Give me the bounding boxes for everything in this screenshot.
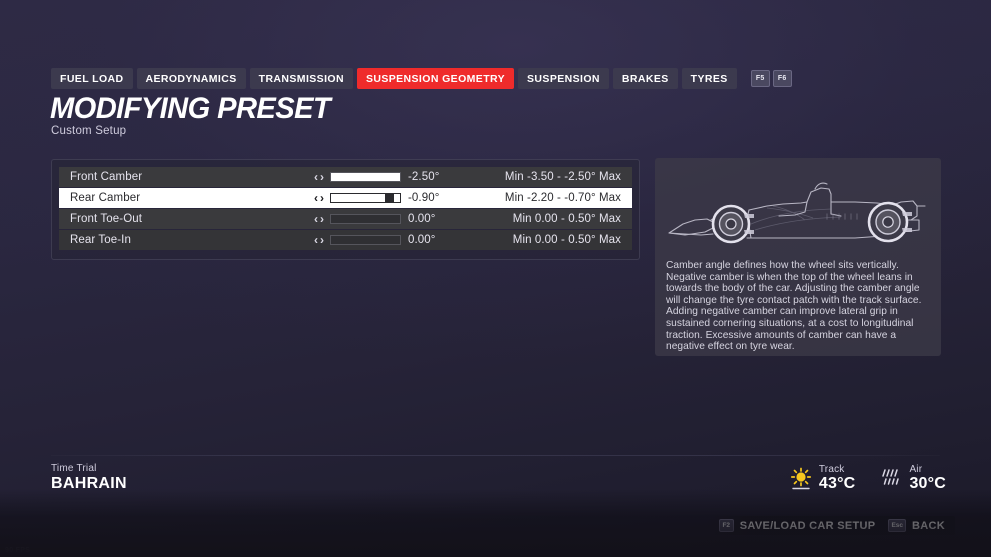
session-type: Time Trial xyxy=(51,463,97,474)
setting-value: -2.50° xyxy=(408,171,440,183)
setting-range: Min -2.20 - -0.70° Max xyxy=(504,192,621,204)
chevron-left-icon[interactable]: ‹ xyxy=(314,234,318,246)
slider-fill xyxy=(331,173,400,181)
setting-range: Min 0.00 - 0.50° Max xyxy=(512,213,621,225)
key-hint-f6[interactable]: F6 xyxy=(772,70,792,87)
air-temp-value: 30°C xyxy=(909,475,946,492)
setting-slider[interactable] xyxy=(330,172,401,182)
page-subtitle: Custom Setup xyxy=(51,125,127,137)
setting-control[interactable]: ‹ › 0.00° xyxy=(314,213,494,225)
setup-category-tabs: FUEL LOAD AERODYNAMICS TRANSMISSION SUSP… xyxy=(51,68,792,89)
session-track-name: BAHRAIN xyxy=(51,475,127,492)
key-hint-f5[interactable]: F5 xyxy=(750,70,770,87)
back-label: BACK xyxy=(912,519,945,532)
setting-value: 0.00° xyxy=(408,234,436,246)
chevron-right-icon[interactable]: › xyxy=(320,192,324,204)
bottom-divider xyxy=(51,455,940,456)
setting-arrows[interactable]: ‹ › xyxy=(314,213,324,225)
setting-label: Front Toe-Out xyxy=(70,213,143,225)
tab-suspension[interactable]: SUSPENSION xyxy=(518,68,609,89)
setting-row-rear-toe-in[interactable]: Rear Toe-In ‹ › 0.00° Min 0.00 - 0.50° M… xyxy=(59,230,632,250)
save-load-label: SAVE/LOAD CAR SETUP xyxy=(739,519,876,532)
rear-wheel xyxy=(867,201,912,243)
action-bar: F2 SAVE/LOAD CAR SETUP Esc BACK xyxy=(706,516,955,535)
back-button[interactable]: Esc BACK xyxy=(888,519,945,532)
chevron-left-icon[interactable]: ‹ xyxy=(314,192,318,204)
slider-knob[interactable] xyxy=(384,194,394,202)
setup-settings-panel: Front Camber ‹ › -2.50° Min -3.50 - -2.5… xyxy=(51,159,640,260)
track-temp-label: Track xyxy=(818,464,845,475)
tab-transmission[interactable]: TRANSMISSION xyxy=(249,68,353,89)
chevron-right-icon[interactable]: › xyxy=(320,234,324,246)
session-info: Time Trial BAHRAIN xyxy=(51,463,127,493)
setting-slider[interactable] xyxy=(330,235,401,245)
air-temperature: Air 30°C xyxy=(879,464,946,493)
setting-description: Camber angle defines how the wheel sits … xyxy=(666,260,922,353)
fps-counter: 90 FPS xyxy=(5,547,31,554)
rain-icon xyxy=(882,468,900,485)
sun-icon xyxy=(790,467,811,489)
setting-row-front-camber[interactable]: Front Camber ‹ › -2.50° Min -3.50 - -2.5… xyxy=(59,167,632,187)
tab-tyres[interactable]: TYRES xyxy=(681,68,737,89)
setting-info-panel: Camber angle defines how the wheel sits … xyxy=(655,158,941,356)
setting-control[interactable]: ‹ › 0.00° xyxy=(314,234,494,246)
page-title: MODIFYING PRESET xyxy=(50,92,331,125)
chevron-left-icon[interactable]: ‹ xyxy=(314,213,318,225)
f1-car-illustration xyxy=(668,182,926,244)
air-temp-label: Air xyxy=(909,464,923,475)
key-f2: F2 xyxy=(718,519,734,532)
setting-range: Min 0.00 - 0.50° Max xyxy=(512,234,621,246)
key-esc: Esc xyxy=(888,519,907,532)
setting-arrows[interactable]: ‹ › xyxy=(314,171,324,183)
tab-suspension-geometry[interactable]: SUSPENSION GEOMETRY xyxy=(356,68,515,89)
track-temp-value: 43°C xyxy=(818,475,856,492)
slider-fill xyxy=(331,194,392,202)
setting-label: Rear Camber xyxy=(70,192,141,204)
setting-value: 0.00° xyxy=(408,213,436,225)
weather-readout: Track 43°C Air 30°C xyxy=(789,464,946,493)
setting-arrows[interactable]: ‹ › xyxy=(314,234,324,246)
setting-control[interactable]: ‹ › -0.90° xyxy=(314,192,494,204)
tab-brakes[interactable]: BRAKES xyxy=(612,68,678,89)
tab-fuel-load[interactable]: FUEL LOAD xyxy=(51,68,133,89)
chevron-left-icon[interactable]: ‹ xyxy=(314,171,318,183)
setting-range: Min -3.50 - -2.50° Max xyxy=(504,171,621,183)
setting-row-rear-camber[interactable]: Rear Camber ‹ › -0.90° Min -2.20 - -0.70… xyxy=(59,188,632,208)
setting-label: Rear Toe-In xyxy=(70,234,131,246)
setting-label: Front Camber xyxy=(70,171,143,183)
chevron-right-icon[interactable]: › xyxy=(320,213,324,225)
setting-value: -0.90° xyxy=(408,192,440,204)
setting-row-front-toe-out[interactable]: Front Toe-Out ‹ › 0.00° Min 0.00 - 0.50°… xyxy=(59,209,632,229)
setting-control[interactable]: ‹ › -2.50° xyxy=(314,171,494,183)
setting-slider[interactable] xyxy=(330,193,401,203)
tab-key-hints: F5 F6 xyxy=(750,70,792,87)
track-temperature: Track 43°C xyxy=(789,464,856,493)
tab-aerodynamics[interactable]: AERODYNAMICS xyxy=(136,68,246,89)
chevron-right-icon[interactable]: › xyxy=(320,171,324,183)
setting-arrows[interactable]: ‹ › xyxy=(314,192,324,204)
front-wheel xyxy=(711,204,754,244)
game-setup-screen: FUEL LOAD AERODYNAMICS TRANSMISSION SUSP… xyxy=(0,0,991,557)
setting-slider[interactable] xyxy=(330,214,401,224)
save-load-car-setup-button[interactable]: F2 SAVE/LOAD CAR SETUP xyxy=(718,519,876,532)
